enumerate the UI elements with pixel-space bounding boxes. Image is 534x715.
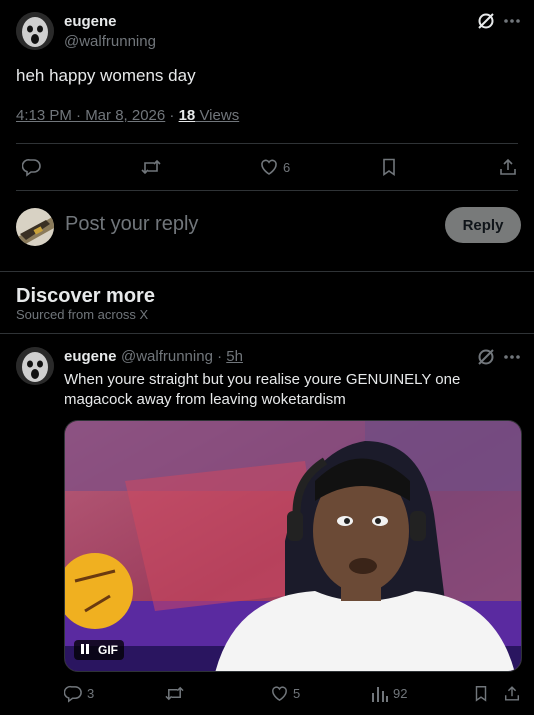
reply-count: 3 bbox=[87, 686, 95, 701]
views-button[interactable]: 92 bbox=[371, 684, 407, 703]
author-handle[interactable]: @walfrunning bbox=[64, 33, 156, 50]
reply-input[interactable]: Post your reply bbox=[65, 213, 198, 236]
reply-icon bbox=[64, 684, 83, 703]
section-subtitle: Sourced from across X bbox=[16, 307, 149, 322]
author-handle[interactable]: @walfrunning bbox=[121, 348, 213, 365]
author-name[interactable]: eugene bbox=[64, 348, 117, 365]
meta-separator: · bbox=[212, 348, 227, 365]
grok-icon[interactable] bbox=[476, 11, 496, 31]
feed-post-header: eugene @walfrunning · 5h bbox=[64, 348, 243, 366]
like-count: 6 bbox=[283, 159, 291, 175]
post-text: heh happy womens day bbox=[16, 66, 196, 85]
like-button[interactable]: 6 bbox=[259, 157, 290, 177]
reply-button[interactable]: Reply bbox=[445, 207, 521, 243]
gif-badge[interactable]: GIF bbox=[74, 640, 124, 660]
repost-icon[interactable] bbox=[140, 157, 162, 177]
post-timestamp[interactable]: 4:13 PM · Mar 8, 2026 bbox=[16, 107, 165, 124]
post-text: When youre straight but you realise your… bbox=[64, 371, 461, 408]
share-icon[interactable] bbox=[498, 157, 518, 177]
like-button[interactable]: 5 bbox=[270, 684, 300, 703]
divider bbox=[0, 333, 534, 334]
gif-label: GIF bbox=[98, 643, 118, 657]
reply-button[interactable]: 3 bbox=[64, 684, 94, 703]
avatar[interactable] bbox=[16, 12, 54, 50]
more-options-icon[interactable] bbox=[503, 11, 521, 31]
divider bbox=[16, 143, 518, 144]
section-divider bbox=[0, 271, 534, 272]
reply-icon[interactable] bbox=[22, 157, 42, 177]
pause-icon bbox=[80, 643, 90, 657]
grok-icon[interactable] bbox=[476, 347, 496, 367]
heart-icon bbox=[270, 684, 289, 703]
post-meta: 4:13 PM · Mar 8, 2026 · 18 Views bbox=[16, 107, 239, 124]
author-name[interactable]: eugene bbox=[64, 13, 117, 30]
more-options-icon[interactable] bbox=[503, 347, 521, 367]
analytics-icon bbox=[371, 684, 389, 703]
views-count: 92 bbox=[393, 686, 408, 701]
bookmark-icon[interactable] bbox=[379, 157, 399, 177]
like-count: 5 bbox=[293, 686, 301, 701]
user-avatar[interactable] bbox=[16, 208, 54, 246]
divider bbox=[16, 190, 518, 191]
repost-icon[interactable] bbox=[164, 684, 185, 703]
section-title: Discover more bbox=[16, 285, 155, 307]
avatar[interactable] bbox=[16, 347, 54, 385]
post-timestamp[interactable]: 5h bbox=[226, 348, 243, 365]
meta-separator: · bbox=[165, 107, 179, 124]
views-count[interactable]: 18 bbox=[179, 107, 196, 124]
share-icon[interactable] bbox=[503, 684, 521, 703]
bookmark-icon[interactable] bbox=[472, 684, 490, 703]
heart-icon bbox=[259, 157, 279, 177]
gif-media[interactable] bbox=[64, 420, 522, 672]
views-label[interactable]: Views bbox=[195, 107, 239, 124]
